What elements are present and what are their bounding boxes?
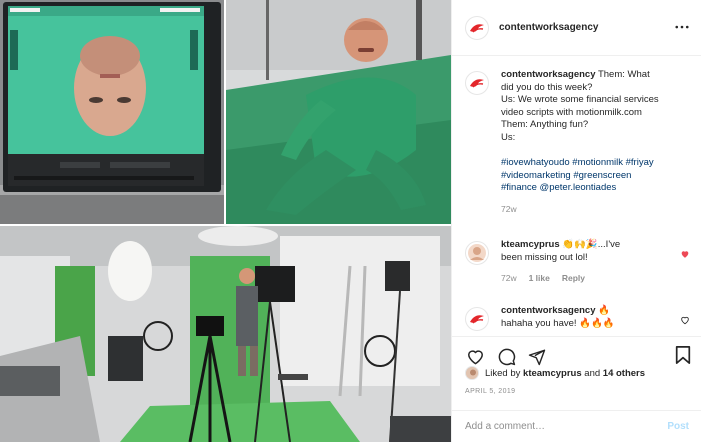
photo-green-suit bbox=[226, 0, 451, 224]
caption-text-line: Us: We wrote some financial services bbox=[501, 94, 659, 106]
caption-meta: 72w bbox=[501, 203, 690, 216]
caption-body: contentworksagency Them: What did you do… bbox=[501, 69, 690, 239]
header-username[interactable]: contentworksagency bbox=[499, 22, 598, 33]
comment-item: contentworksagency 🔥 hahaha you have! 🔥🔥… bbox=[465, 305, 690, 335]
action-bar bbox=[452, 336, 701, 370]
caption-text-line: Them: What bbox=[597, 69, 650, 80]
commenter-avatar[interactable] bbox=[465, 307, 489, 331]
brand-logo-icon bbox=[470, 23, 484, 33]
heart-icon[interactable] bbox=[465, 347, 485, 367]
comment-emoji: 👏🙌🎉 bbox=[562, 239, 598, 250]
commenter-avatar[interactable] bbox=[465, 241, 489, 265]
instagram-post: contentworksagency contentworksagency Th… bbox=[0, 0, 701, 442]
add-comment-bar: Post bbox=[452, 410, 701, 442]
comment-timestamp[interactable]: 72w bbox=[501, 272, 517, 285]
more-horizontal-icon[interactable] bbox=[674, 20, 690, 34]
reply-button[interactable]: Reply bbox=[562, 272, 585, 285]
comment-heart-filled-icon[interactable] bbox=[680, 249, 690, 259]
comment-username[interactable]: kteamcyprus bbox=[501, 239, 560, 250]
post-image[interactable] bbox=[0, 0, 451, 442]
likes-others[interactable]: 14 others bbox=[603, 368, 645, 379]
caption-text-line: Us: bbox=[501, 131, 516, 143]
likes-user[interactable]: kteamcyprus bbox=[523, 368, 582, 379]
post-date[interactable]: APRIL 5, 2019 bbox=[465, 388, 515, 395]
comment-meta: 72w 1 like Reply bbox=[501, 272, 690, 285]
caption-hashtags[interactable]: #finance @peter.leontiades bbox=[501, 182, 690, 195]
likes-summary: Liked by kteamcyprus and 14 others bbox=[465, 366, 645, 380]
comment-heart-outline-icon[interactable] bbox=[680, 315, 690, 325]
brand-avatar[interactable] bbox=[465, 15, 489, 40]
post-sidebar: contentworksagency contentworksagency Th… bbox=[451, 0, 701, 442]
photo-monitor bbox=[0, 0, 224, 224]
comment-text: ...I've bbox=[597, 239, 621, 250]
comment-text: been missing out lol! bbox=[501, 251, 588, 263]
brand-logo-icon bbox=[470, 79, 484, 88]
brand-logo-icon bbox=[470, 315, 484, 324]
caption-text-line: did you do this week? bbox=[501, 81, 593, 93]
likes-and: and bbox=[584, 367, 601, 379]
share-icon[interactable] bbox=[527, 347, 547, 367]
bookmark-icon[interactable] bbox=[674, 345, 692, 365]
photo-studio bbox=[0, 226, 451, 442]
comment-text: hahaha you have! bbox=[501, 317, 577, 329]
liker-avatar[interactable] bbox=[465, 366, 479, 380]
caption-text-line: Them: Anything fun? bbox=[501, 119, 589, 131]
comment-body: contentworksagency 🔥 hahaha you have! 🔥🔥… bbox=[501, 305, 690, 335]
post-comment-button[interactable]: Post bbox=[667, 421, 689, 432]
comment-icon[interactable] bbox=[496, 347, 516, 367]
post-caption: contentworksagency Them: What did you do… bbox=[465, 69, 690, 239]
caption-hashtags[interactable]: #videomarketing #greenscreen bbox=[501, 170, 690, 183]
comment-likes-count[interactable]: 1 like bbox=[529, 272, 550, 285]
comment-emoji: 🔥 bbox=[598, 305, 610, 316]
comment-body: kteamcyprus 👏🙌🎉...I've been missing out … bbox=[501, 239, 690, 305]
comment-username[interactable]: contentworksagency bbox=[501, 305, 596, 316]
avatar-photo-icon bbox=[468, 244, 486, 262]
comment-item: kteamcyprus 👏🙌🎉...I've been missing out … bbox=[465, 239, 690, 305]
caption-timestamp[interactable]: 72w bbox=[501, 203, 517, 216]
comment-emoji: 🔥🔥🔥 bbox=[579, 317, 615, 329]
caption-text-line: video scripts with motionmilk.com bbox=[501, 106, 642, 118]
caption-hashtags[interactable]: #iovewhatyoudo #motionmilk #friyay bbox=[501, 157, 690, 170]
caption-username[interactable]: contentworksagency bbox=[501, 69, 596, 80]
comments-list[interactable]: contentworksagency Them: What did you do… bbox=[452, 57, 701, 335]
comment-input[interactable] bbox=[465, 421, 668, 432]
caption-avatar[interactable] bbox=[465, 71, 489, 95]
likes-prefix: Liked by bbox=[485, 367, 521, 379]
post-header: contentworksagency bbox=[452, 0, 701, 56]
